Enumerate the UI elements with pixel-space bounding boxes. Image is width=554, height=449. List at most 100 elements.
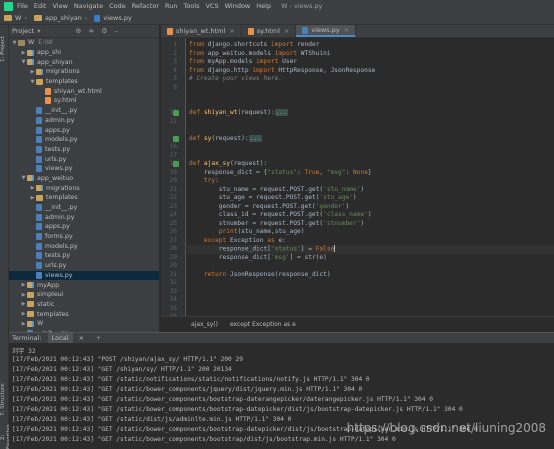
code-line: response_dict['msg'] = str(e)	[189, 254, 327, 263]
editor-tab[interactable]: sy.html ×	[242, 25, 297, 37]
tree-item[interactable]: __init__.py	[9, 203, 159, 213]
chevron-right-icon[interactable]: ▶	[29, 69, 36, 75]
tree-item[interactable]: sy.html	[9, 96, 159, 106]
tree-item[interactable]: apps.py	[9, 125, 159, 135]
tree-item[interactable]: shiyan_wt.html	[9, 86, 159, 96]
code-token: ,	[319, 168, 327, 176]
tree-item[interactable]: ▶ migrations	[9, 67, 159, 77]
chevron-right-icon[interactable]: ▶	[29, 185, 36, 191]
override-marker-icon[interactable]	[173, 110, 179, 116]
tree-item-label: admin.py	[45, 213, 75, 221]
chevron-right-icon[interactable]: ▶	[20, 321, 27, 327]
breadcrumb-project[interactable]: W ›	[4, 14, 30, 22]
close-icon[interactable]: ×	[344, 26, 349, 34]
gear-icon[interactable]: ⚙	[101, 27, 107, 35]
close-icon[interactable]: ×	[229, 27, 234, 35]
chevron-right-icon[interactable]: ▶	[20, 50, 27, 56]
breadcrumb-file[interactable]: views.py	[94, 14, 132, 22]
breadcrumb-function[interactable]: ajax_sy()	[191, 321, 218, 328]
code-editor[interactable]: from django.shortcuts import render from …	[187, 38, 554, 316]
editor-tab[interactable]: views.py ×	[296, 25, 357, 37]
terminal-session-tab[interactable]: Local	[47, 332, 73, 344]
tree-item[interactable]: models.py	[9, 135, 159, 145]
menu-window[interactable]: Window	[225, 2, 251, 10]
project-tool-tab[interactable]: 1: Project	[0, 29, 9, 69]
code-line: stu_name = request.POST.get('stu_name')	[189, 186, 364, 195]
tree-item[interactable]: models.py	[9, 241, 159, 251]
project-panel-title[interactable]: Project	[12, 27, 34, 35]
tree-item[interactable]: __init__.py	[9, 106, 159, 116]
close-icon[interactable]: ×	[79, 334, 84, 342]
collapse-all-icon[interactable]: ≑	[88, 27, 94, 35]
breadcrumb-package[interactable]: app_shiyan ›	[34, 14, 90, 22]
line-number: 35	[169, 304, 177, 312]
menu-edit[interactable]: Edit	[34, 2, 47, 10]
chevron-right-icon[interactable]: ▶	[20, 311, 27, 317]
menu-code[interactable]: Code	[109, 2, 126, 10]
menu-vcs[interactable]: VCS	[205, 2, 218, 10]
chevron-right-icon[interactable]: ▶	[20, 301, 27, 307]
tree-item[interactable]: ▶ templates	[9, 309, 159, 319]
chevron-down-icon[interactable]: ▾	[37, 27, 40, 35]
tree-item[interactable]: ▶ templates	[9, 193, 159, 203]
chevron-down-icon[interactable]: ▼	[20, 59, 27, 65]
menu-help[interactable]: Help	[256, 2, 271, 10]
tree-item[interactable]: views.py	[9, 164, 159, 174]
close-icon[interactable]: ×	[284, 27, 289, 35]
tree-item[interactable]: tests.py	[9, 145, 159, 155]
tree-item[interactable]: admin.py	[9, 116, 159, 126]
menu-refactor[interactable]: Refactor	[132, 2, 159, 10]
menu-run[interactable]: Run	[165, 2, 177, 10]
line-number: 19	[169, 168, 177, 176]
editor-tab[interactable]: shiyan_wt.html ×	[161, 25, 242, 37]
tree-item[interactable]: ▶ myApp	[9, 280, 159, 290]
python-file-icon	[36, 116, 42, 124]
chevron-down-icon[interactable]: ▼	[20, 175, 27, 181]
favorites-tool-tab[interactable]: 2: Favorites	[0, 424, 12, 449]
project-folder-icon	[18, 39, 25, 46]
tree-item[interactable]: ▶ W	[9, 319, 159, 329]
tree-item-label: urls.py	[45, 155, 67, 163]
menu-view[interactable]: View	[52, 2, 67, 10]
hide-icon[interactable]: –	[115, 27, 119, 35]
chevron-down-icon[interactable]: ▼	[11, 40, 18, 46]
tree-item[interactable]: urls.py	[9, 261, 159, 271]
code-token: as	[267, 236, 279, 244]
tree-item[interactable]: forms.py	[9, 232, 159, 242]
chevron-right-icon[interactable]: ▶	[29, 195, 36, 201]
tree-item[interactable]: ▶ migrations	[9, 183, 159, 193]
tree-item[interactable]: tests.py	[9, 251, 159, 261]
code-line: def ajax_sy(request):	[189, 160, 267, 169]
tree-item[interactable]: ▶ app_shi	[9, 48, 159, 58]
menu-tools[interactable]: Tools	[183, 2, 199, 10]
locate-icon[interactable]: ⊕	[76, 27, 82, 35]
tree-item[interactable]: ▼ templates	[9, 77, 159, 87]
project-root-path: E:\W	[38, 39, 53, 47]
add-icon[interactable]: +	[96, 334, 101, 342]
override-marker-icon[interactable]	[173, 135, 179, 142]
breadcrumb-block[interactable]: except Exception as e	[230, 321, 296, 328]
tree-item[interactable]: views.py	[9, 270, 159, 281]
code-token: 'stnumber'	[323, 219, 361, 227]
tree-item[interactable]: apps.py	[9, 222, 159, 232]
menu-file[interactable]: File	[17, 2, 28, 10]
terminal-tab-bar: Terminal: Local × +	[9, 332, 554, 344]
override-marker-icon[interactable]	[173, 161, 179, 167]
tree-item-label: templates	[46, 194, 78, 202]
chevron-right-icon[interactable]: ▶	[20, 282, 27, 288]
chevron-right-icon[interactable]: ▶	[20, 292, 27, 298]
tree-item[interactable]: ▼ W E:\W	[9, 38, 159, 48]
chevron-down-icon[interactable]: ▼	[29, 79, 36, 85]
tree-item[interactable]: urls.py	[9, 154, 159, 164]
chevron-right-icon: ›	[24, 14, 28, 22]
line-number: 29	[169, 253, 177, 261]
tree-item[interactable]: ▶ simpleui	[9, 290, 159, 300]
package-icon	[36, 68, 43, 75]
code-line: except Exception as e:	[189, 237, 286, 246]
structure-tool-tab[interactable]: 7: Structure	[0, 380, 9, 420]
menu-navigate[interactable]: Navigate	[74, 2, 103, 10]
tree-item[interactable]: ▼ app_weituo	[9, 174, 159, 184]
tree-item[interactable]: admin.py	[9, 212, 159, 222]
tree-item[interactable]: ▶ static	[9, 300, 159, 310]
tree-item[interactable]: ▼ app_shiyan	[9, 57, 159, 67]
